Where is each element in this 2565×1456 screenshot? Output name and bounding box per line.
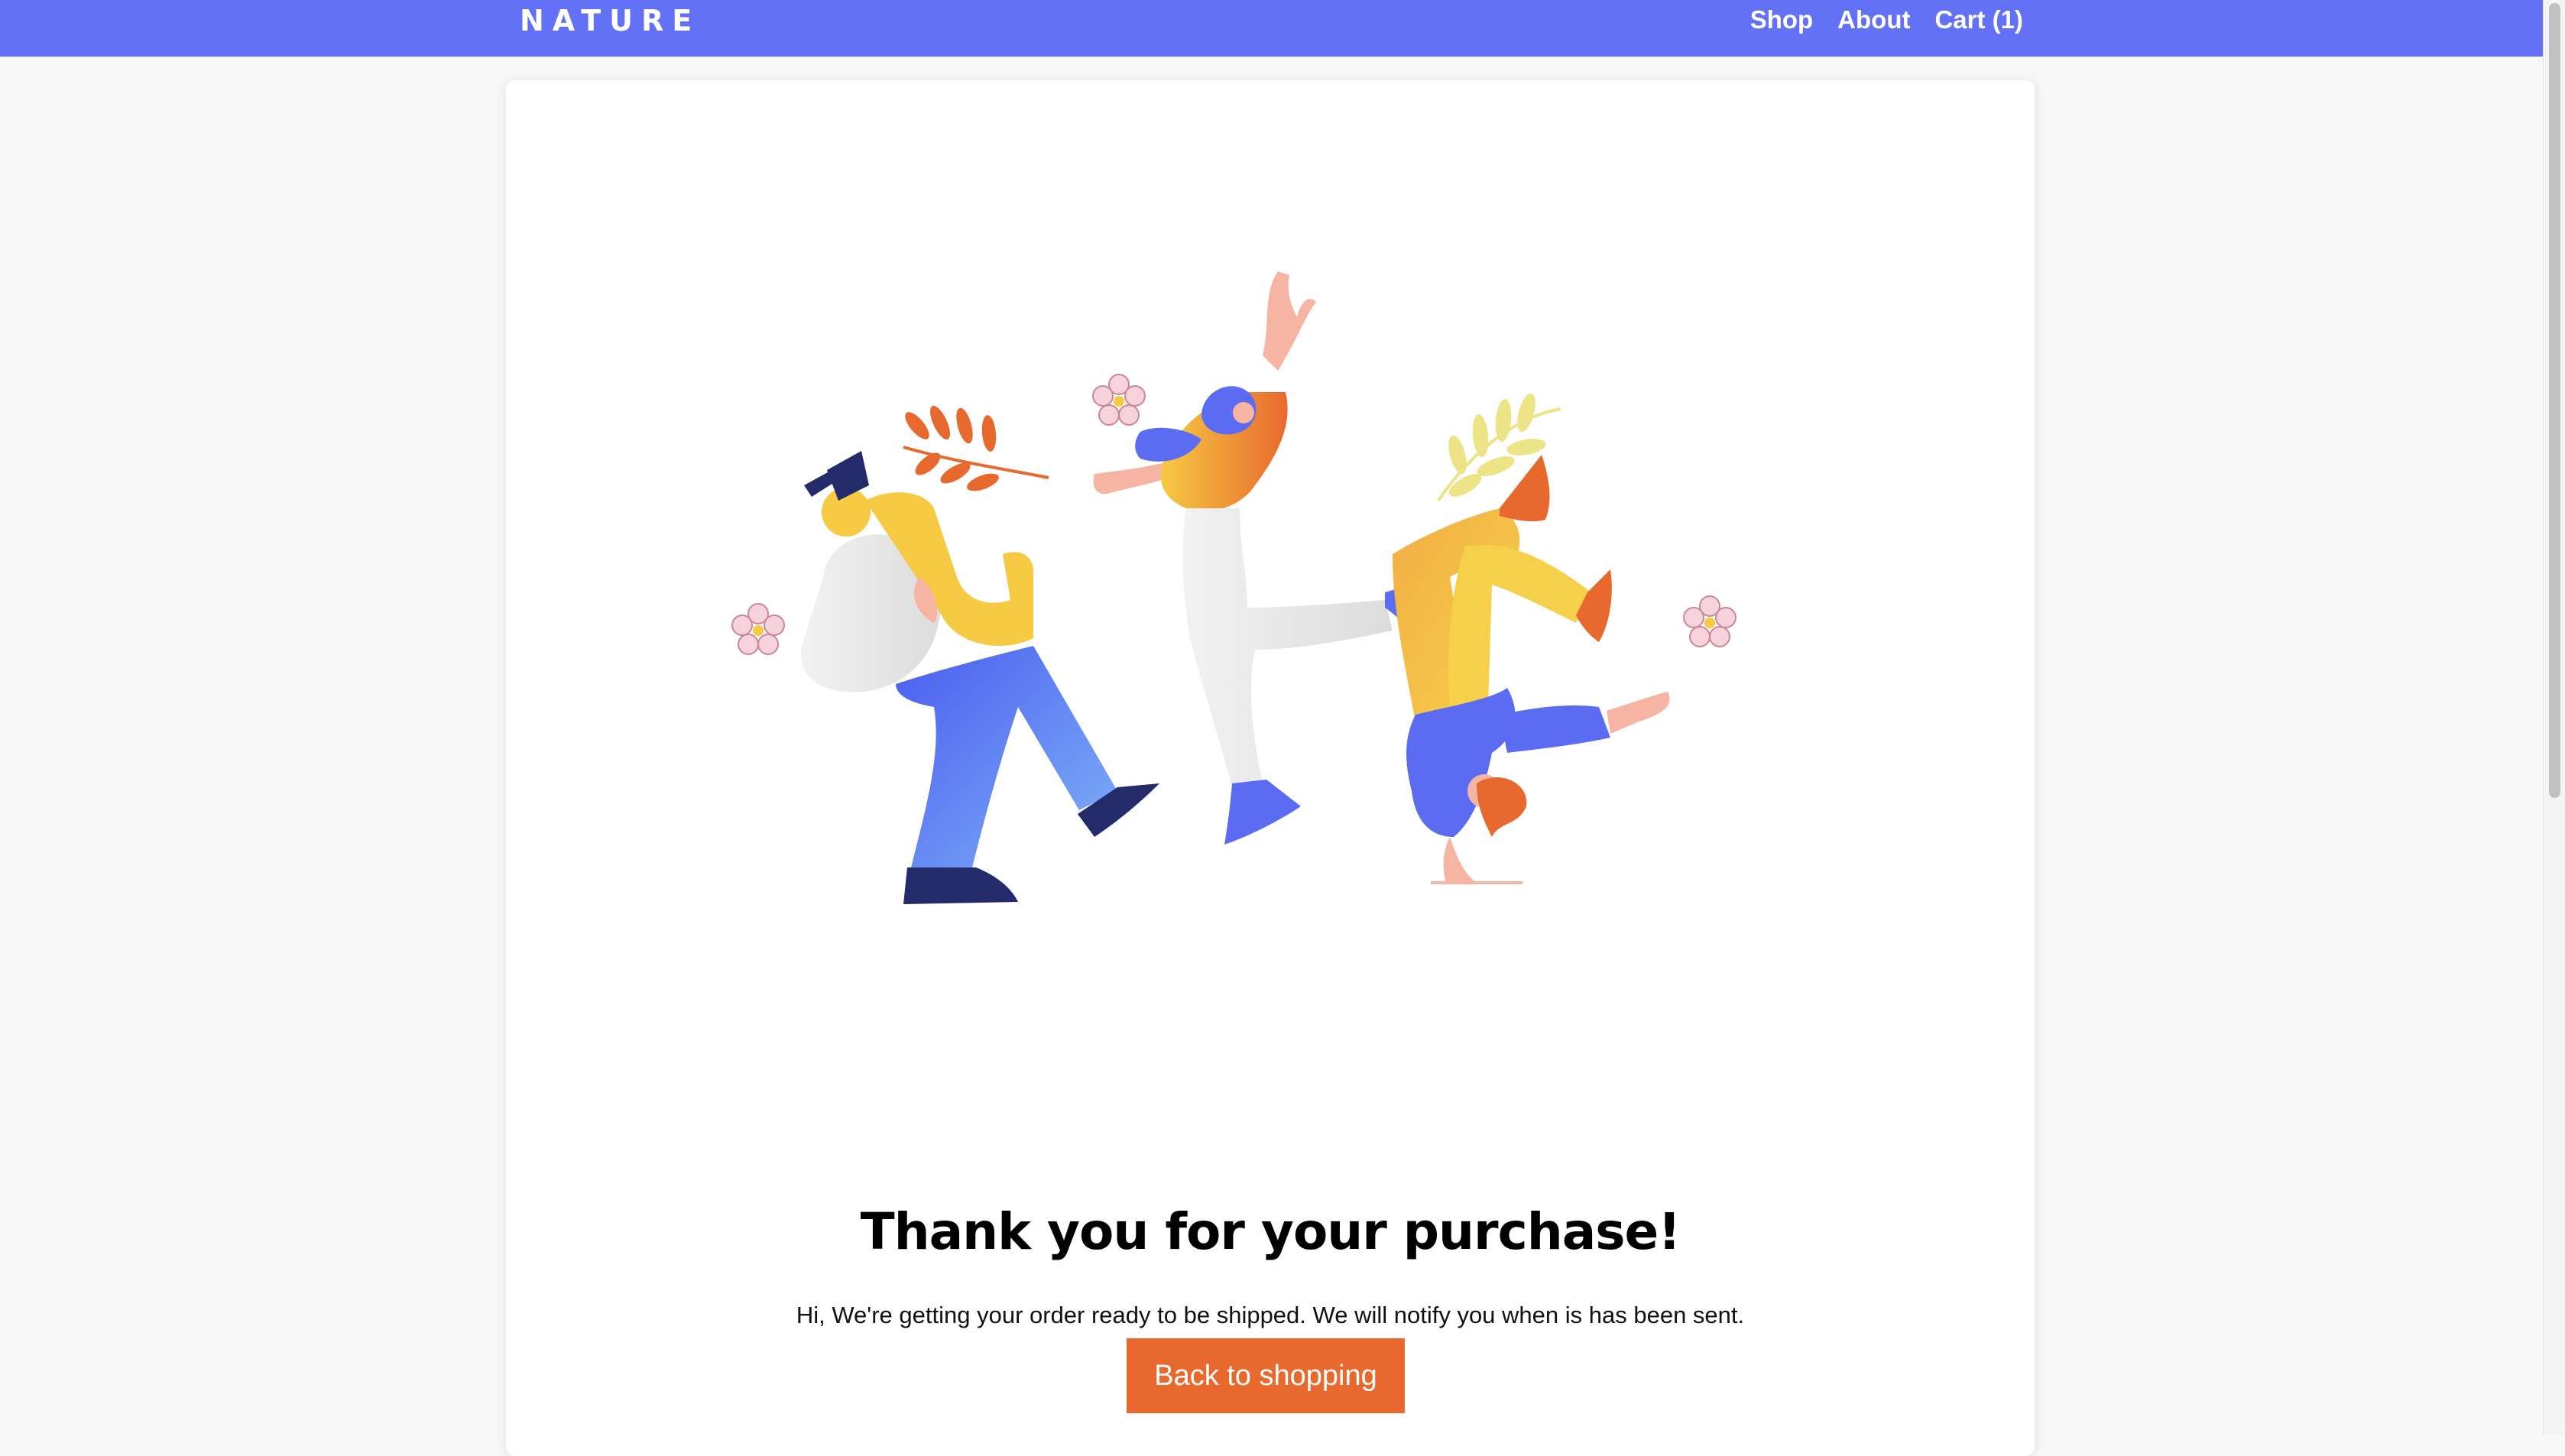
- brand-logo[interactable]: NATURE: [520, 0, 700, 41]
- confirmation-message: Hi, We're getting your order ready to be…: [796, 1302, 1745, 1328]
- page-scrollbar[interactable]: [2543, 0, 2565, 1435]
- flower-icon: [731, 603, 785, 655]
- confirmation-card: Thank you for your purchase! Hi, We're g…: [506, 80, 2035, 1456]
- dancing-people-illustration: [731, 271, 1736, 904]
- scrollbar-thumb[interactable]: [2549, 3, 2560, 798]
- back-to-shopping-button[interactable]: Back to shopping: [1127, 1338, 1405, 1413]
- top-navbar: NATURE Shop About Cart (1): [0, 0, 2543, 57]
- nav-link-cart[interactable]: Cart (1): [1934, 5, 2023, 34]
- flower-icon: [1683, 595, 1736, 647]
- flower-icon: [1092, 374, 1146, 426]
- page-title: Thank you for your purchase!: [860, 1202, 1681, 1261]
- dancing-woman-figure: [1093, 271, 1442, 845]
- orange-leaf-branch-icon: [903, 405, 1049, 491]
- nav-link-about[interactable]: About: [1837, 5, 1910, 34]
- saxophone-player-figure: [800, 451, 1159, 904]
- handstand-person-figure: [1393, 455, 1670, 884]
- nav-links: Shop About Cart (1): [1750, 0, 2023, 40]
- nav-link-shop[interactable]: Shop: [1750, 5, 1813, 34]
